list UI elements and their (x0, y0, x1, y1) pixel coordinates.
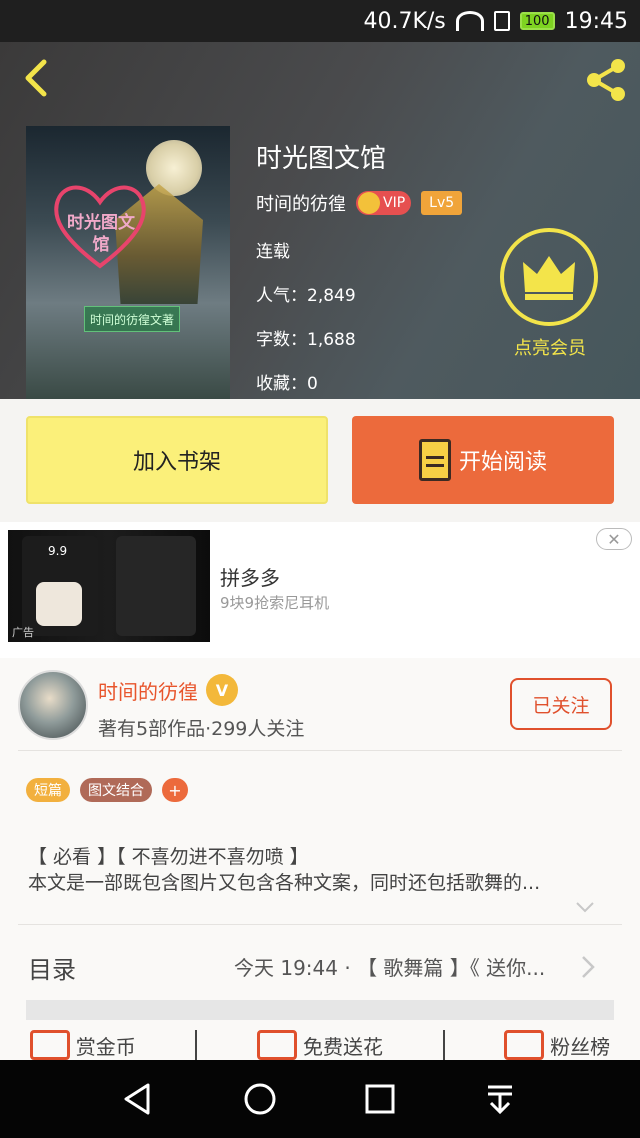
battery-icon: 100 (519, 12, 555, 30)
tag-mix[interactable]: 图文结合 (80, 778, 152, 802)
book-icon (418, 439, 451, 481)
ad-banner[interactable]: 9.9 广告 拼多多 9块9抢索尼耳机 ✕ (0, 522, 640, 658)
back-icon[interactable] (18, 58, 58, 98)
add-to-shelf-button[interactable]: 加入书架 (26, 416, 328, 504)
author-card: 时间的彷徨 V 著有5部作品·299人关注 已关注 短篇 图文结合 + 【 必看… (0, 658, 640, 1060)
tag-list: 短篇 图文结合 + (26, 778, 188, 802)
wifi-icon (455, 11, 484, 31)
ad-phone-right (116, 536, 196, 636)
author-summary: 著有5部作品·299人关注 (98, 718, 305, 740)
navigation-bar (0, 1060, 640, 1138)
ad-earbuds (36, 582, 82, 626)
verified-badge: V (206, 674, 238, 706)
battery-level: 100 (524, 13, 550, 29)
author-card-name: 时间的彷徨 (98, 679, 198, 704)
author-row: 时间的彷徨 VIP Lv5 (256, 190, 463, 216)
description-line-2: 本文是一部既包含图片又包含各种文案，同时还包括歌舞的... (28, 872, 541, 894)
fan-ranking-label: 粉丝榜 (550, 1034, 611, 1059)
start-reading-label: 开始阅读 (458, 450, 547, 475)
start-reading-button[interactable]: 开始阅读 (352, 416, 614, 504)
chevron-down-icon[interactable] (574, 896, 596, 918)
recents-nav-icon[interactable] (360, 1079, 400, 1119)
book-favorites: 收藏：0 (256, 374, 318, 394)
crown-icon (358, 192, 380, 214)
description-line-1: 【 必看 】【 不喜勿进不喜勿喷 】 (28, 846, 309, 868)
crown-icon (523, 256, 575, 300)
toc-label[interactable]: 目录 (28, 950, 76, 985)
add-tag-button[interactable]: + (162, 778, 188, 802)
tag-short[interactable]: 短篇 (26, 778, 70, 802)
sim-icon (493, 11, 510, 31)
reward-coin-button[interactable]: 赏金币 (29, 1030, 136, 1060)
cover-tag: 时间的彷徨文著 (84, 306, 180, 332)
ad-label: 广告 (12, 626, 34, 639)
book-word-count: 字数：1,688 (256, 330, 356, 350)
book-popularity: 人气：2,849 (256, 286, 356, 306)
clock: 19:45 (564, 8, 628, 34)
book-status: 连载 (256, 242, 290, 262)
book-hero: 时光图文馆 时间的彷徨文著 时光图文馆 时间的彷徨 VIP Lv5 连载 人气：… (0, 42, 640, 399)
cover-heart-text: 时光图文馆 (67, 213, 135, 255)
send-flower-label: 免费送花 (302, 1034, 383, 1059)
book-title: 时光图文馆 (256, 144, 387, 174)
level-badge: Lv5 (421, 191, 463, 215)
cover-moon (146, 140, 202, 196)
divider (195, 1030, 198, 1060)
section-separator (26, 1000, 614, 1020)
ranking-icon (504, 1030, 545, 1060)
flower-icon (256, 1030, 297, 1060)
toc-latest-chapter[interactable]: 今天 19:44 · 【 歌舞篇 】《 送你... (234, 952, 564, 981)
bottom-action-bar: 赏金币 免费送花 粉丝榜 (0, 1030, 640, 1060)
notification-pulldown-icon[interactable] (480, 1079, 520, 1119)
ad-image[interactable]: 9.9 广告 (8, 530, 210, 642)
close-icon[interactable]: ✕ (596, 528, 632, 550)
book-cover[interactable]: 时光图文馆 时间的彷徨文著 (26, 126, 230, 399)
fan-ranking-button[interactable]: 粉丝榜 (504, 1030, 610, 1060)
author-card-name-row[interactable]: 时间的彷徨 V (98, 674, 238, 706)
avatar[interactable] (18, 670, 88, 740)
follow-button[interactable]: 已关注 (510, 678, 612, 730)
back-nav-icon[interactable] (118, 1079, 158, 1119)
author-name[interactable]: 时间的彷徨 (256, 190, 346, 216)
divider (18, 924, 622, 925)
vip-label: VIP (383, 195, 406, 211)
status-bar: 40.7K/s 100 19:45 (0, 0, 640, 42)
vip-badge: VIP (356, 191, 412, 215)
reward-coin-label: 赏金币 (75, 1034, 136, 1059)
send-flower-button[interactable]: 免费送花 (256, 1030, 383, 1060)
member-ring (500, 228, 598, 326)
chevron-right-icon[interactable] (578, 954, 598, 980)
home-nav-icon[interactable] (240, 1079, 280, 1119)
divider (442, 1030, 445, 1060)
ad-title: 拼多多 (220, 566, 280, 590)
member-button[interactable]: 点亮会员 (500, 228, 600, 360)
ad-subtitle: 9块9抢索尼耳机 (220, 594, 330, 612)
member-label: 点亮会员 (514, 338, 586, 359)
network-speed: 40.7K/s (363, 8, 446, 34)
ad-price: 9.9 (48, 544, 68, 558)
envelope-icon (29, 1030, 70, 1060)
share-icon[interactable] (582, 56, 630, 104)
divider (18, 750, 622, 751)
